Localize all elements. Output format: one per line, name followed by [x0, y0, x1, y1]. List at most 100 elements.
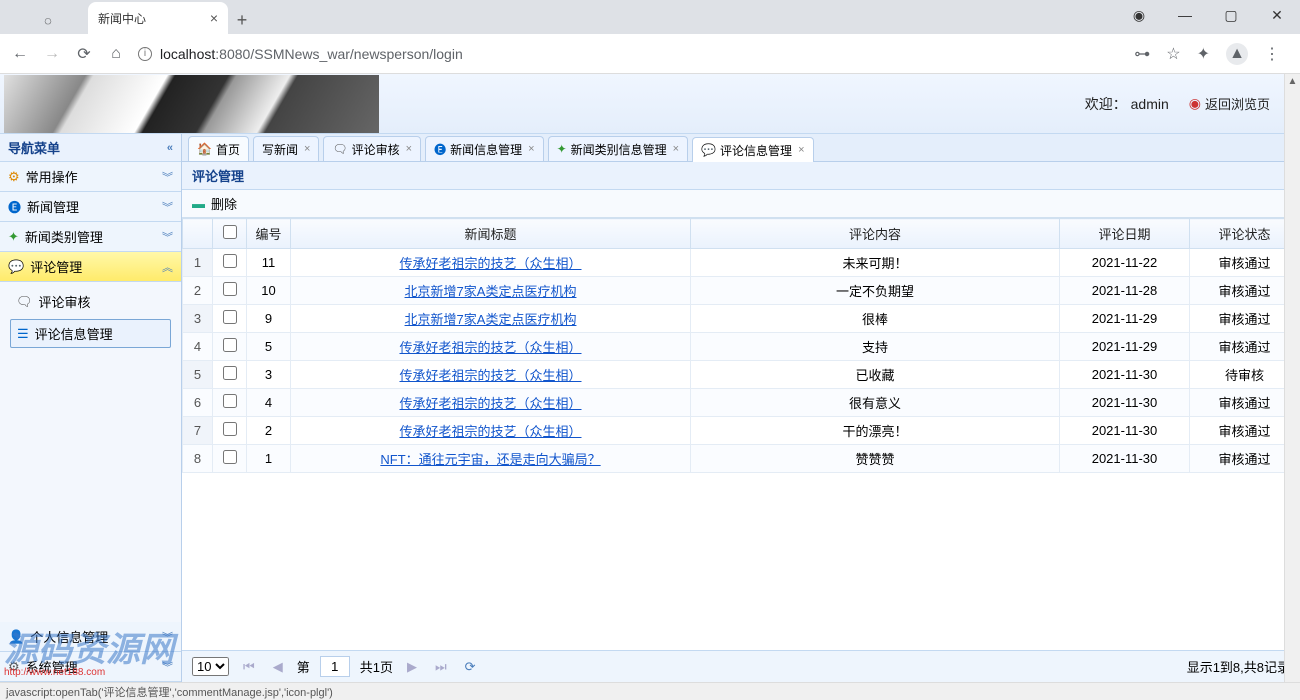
page-size-select[interactable]: 10	[192, 657, 229, 676]
cell-date: 2021-11-30	[1060, 389, 1190, 417]
title-link[interactable]: 传承好老祖宗的技艺（众生相）	[399, 256, 581, 271]
table-row[interactable]: 111传承好老祖宗的技艺（众生相）未来可期！2021-11-22审核通过	[183, 249, 1300, 277]
col-header-4[interactable]: 评论状态	[1190, 219, 1300, 249]
site-info-icon[interactable]: i	[138, 47, 152, 61]
sidebar-subitem-0[interactable]: 🗨评论审核	[10, 288, 171, 315]
tab-3[interactable]: 🅔新闻信息管理×	[425, 136, 543, 161]
row-checkbox[interactable]	[223, 282, 237, 296]
page-number-input[interactable]	[320, 656, 350, 677]
row-number: 5	[183, 361, 213, 389]
table-row[interactable]: 72传承好老祖宗的技艺（众生相）干的漂亮！2021-11-30审核通过	[183, 417, 1300, 445]
table-row[interactable]: 210北京新增7家A类定点医疗机构一定不负期望2021-11-28审核通过	[183, 277, 1300, 305]
title-link[interactable]: 传承好老祖宗的技艺（众生相）	[399, 368, 581, 383]
select-all-checkbox[interactable]	[223, 225, 237, 239]
close-window-button[interactable]: ✕	[1254, 0, 1300, 30]
scrollbar[interactable]: ▲	[1284, 74, 1300, 682]
chevron-icon: ︾	[162, 229, 173, 245]
title-link[interactable]: 传承好老祖宗的技艺（众生相）	[399, 424, 581, 439]
row-checkbox[interactable]	[223, 450, 237, 464]
scroll-up-icon[interactable]: ▲	[1285, 74, 1300, 90]
sidebar-subitem-label: 评论审核	[39, 292, 91, 311]
sidebar-item-label: 新闻类别管理	[25, 227, 103, 246]
row-checkbox[interactable]	[223, 422, 237, 436]
close-icon[interactable]: ×	[798, 144, 804, 156]
collapse-icon[interactable]: «	[167, 142, 173, 154]
col-header-2[interactable]: 评论内容	[691, 219, 1060, 249]
new-tab-button[interactable]: +	[228, 6, 256, 34]
sidebar-bottom-item-0[interactable]: 👤个人信息管理︾	[0, 622, 181, 652]
delete-button[interactable]: 删除	[211, 194, 237, 213]
forward-button[interactable]: →	[42, 45, 62, 63]
close-icon[interactable]: ×	[528, 143, 534, 155]
key-icon[interactable]: ⊶	[1134, 44, 1150, 64]
row-checkbox[interactable]	[223, 338, 237, 352]
minimize-button[interactable]: —	[1162, 0, 1208, 30]
sidebar-subitem-1[interactable]: ☰评论信息管理	[10, 319, 171, 348]
sidebar-bottom-item-1[interactable]: ⚙系统管理︾	[0, 652, 181, 682]
pager-info: 显示1到8,共8记录	[1187, 657, 1290, 676]
close-icon[interactable]: ×	[673, 143, 679, 155]
refresh-button[interactable]: ⟳	[461, 659, 480, 675]
tab-0[interactable]: 🏠首页	[188, 136, 249, 161]
tab-5[interactable]: 💬评论信息管理×	[692, 137, 813, 162]
table-row[interactable]: 39北京新增7家A类定点医疗机构很棒2021-11-29审核通过	[183, 305, 1300, 333]
title-link[interactable]: 传承好老祖宗的技艺（众生相）	[399, 340, 581, 355]
next-page-button[interactable]: ▶	[403, 659, 421, 675]
extensions-icon[interactable]: ✦	[1197, 44, 1210, 64]
cell-num: 3	[247, 361, 291, 389]
cell-title: 传承好老祖宗的技艺（众生相）	[291, 361, 691, 389]
prev-page-button[interactable]: ◀	[269, 659, 287, 675]
tab-1[interactable]: 写新闻 ×	[253, 136, 319, 161]
home-button[interactable]: ⌂	[106, 45, 126, 63]
close-icon[interactable]: ×	[406, 143, 412, 155]
tab-2[interactable]: 🗨评论审核×	[323, 136, 421, 161]
col-header-1[interactable]: 新闻标题	[291, 219, 691, 249]
col-header-3[interactable]: 评论日期	[1060, 219, 1190, 249]
sidebar-item-2[interactable]: ✦新闻类别管理︾	[0, 222, 181, 252]
title-link[interactable]: 北京新增7家A类定点医疗机构	[405, 284, 577, 299]
title-link[interactable]: 传承好老祖宗的技艺（众生相）	[399, 396, 581, 411]
tab-4[interactable]: ✦新闻类别信息管理×	[548, 136, 689, 161]
close-icon[interactable]: ×	[210, 10, 218, 26]
tab-label: 评论审核	[352, 141, 400, 158]
menu-icon[interactable]: ⋮	[1264, 44, 1280, 64]
chevron-icon: ︾	[162, 199, 173, 215]
col-header-0[interactable]: 编号	[247, 219, 291, 249]
sidebar-item-0[interactable]: ⚙常用操作︾	[0, 162, 181, 192]
address-bar[interactable]: i localhost:8080/SSMNews_war/newsperson/…	[138, 46, 1122, 62]
cell-status: 审核通过	[1190, 389, 1300, 417]
back-button[interactable]: ←	[10, 45, 30, 63]
last-page-button[interactable]: ⏭	[431, 659, 451, 675]
panel-title: 评论管理	[182, 162, 1300, 190]
row-checkbox[interactable]	[223, 394, 237, 408]
row-number: 4	[183, 333, 213, 361]
back-to-browse-link[interactable]: ◉ 返回浏览页	[1189, 94, 1270, 113]
bookmark-icon[interactable]: ☆	[1166, 44, 1180, 64]
tab-label: 写新闻	[262, 141, 298, 158]
gear-icon: ⚙	[8, 169, 20, 185]
cell-date: 2021-11-28	[1060, 277, 1190, 305]
page-total: 共1页	[360, 657, 393, 676]
profile-avatar[interactable]: ▲	[1226, 43, 1248, 65]
table-row[interactable]: 64传承好老祖宗的技艺（众生相）很有意义2021-11-30审核通过	[183, 389, 1300, 417]
close-icon[interactable]: ×	[304, 143, 310, 155]
row-checkbox[interactable]	[223, 254, 237, 268]
title-link[interactable]: NFT：通往元宇宙，还是走向大骗局？	[380, 452, 600, 467]
chevron-icon: ︽	[162, 259, 173, 275]
table-row[interactable]: 45传承好老祖宗的技艺（众生相）支持2021-11-29审核通过	[183, 333, 1300, 361]
row-checkbox[interactable]	[223, 310, 237, 324]
tab-title: 新闻中心	[98, 10, 146, 27]
sidebar-item-3[interactable]: 💬评论管理︽	[0, 252, 181, 282]
reload-button[interactable]: ⟳	[74, 44, 94, 64]
record-icon[interactable]: ◉	[1116, 0, 1162, 30]
title-link[interactable]: 北京新增7家A类定点医疗机构	[405, 312, 577, 327]
row-checkbox[interactable]	[223, 366, 237, 380]
table-row[interactable]: 53传承好老祖宗的技艺（众生相）已收藏2021-11-30待审核	[183, 361, 1300, 389]
sidebar-item-1[interactable]: 🅔新闻管理︾	[0, 192, 181, 222]
banner: 欢迎： admin ◉ 返回浏览页	[0, 74, 1300, 134]
first-page-button[interactable]: ⏮	[239, 659, 259, 675]
browser-tab[interactable]: 新闻中心 ×	[88, 2, 228, 34]
maximize-button[interactable]: ▢	[1208, 0, 1254, 30]
row-number: 2	[183, 277, 213, 305]
table-row[interactable]: 81NFT：通往元宇宙，还是走向大骗局？赞赞赞2021-11-30审核通过	[183, 445, 1300, 473]
